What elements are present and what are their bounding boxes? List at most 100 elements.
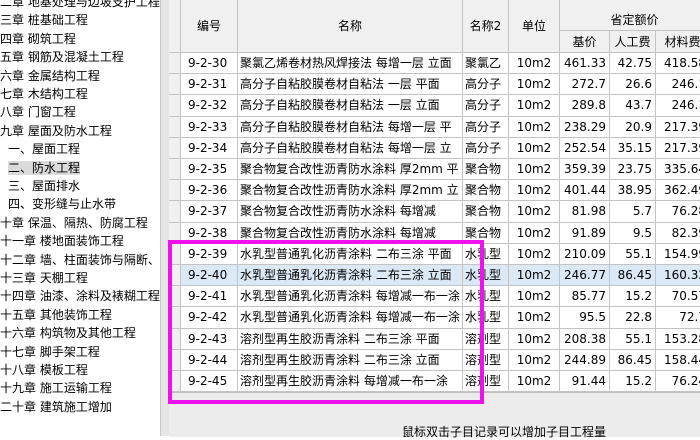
tree-item[interactable]: 十五章 其他装饰工程	[0, 306, 112, 324]
cell-name: 聚合物复合改性沥青防水涂料 每增减	[238, 201, 463, 223]
cell-material-cost: 70.57	[656, 286, 700, 308]
cell-code: 9-2-34	[181, 137, 238, 159]
header-name[interactable]: 名称	[238, 0, 463, 53]
tree-item[interactable]: 十六章 构筑物及其他工程	[0, 324, 136, 342]
row-header[interactable]	[169, 371, 181, 392]
cell-unit: 10m2	[509, 159, 560, 181]
row-header[interactable]	[169, 286, 181, 308]
cell-code: 9-2-44	[181, 349, 238, 371]
tree-item-label: 十一章 楼地面装饰工程	[0, 234, 124, 249]
tree-item-label: 六章 金属结构工程	[0, 68, 100, 83]
tree-item-label: 七章 木结构工程	[0, 87, 88, 101]
row-header[interactable]	[169, 201, 181, 223]
header-material-cost[interactable]: 材料费	[656, 31, 700, 53]
cell-labor-cost: 35.15	[610, 137, 656, 159]
tree-item[interactable]: 四、变形缝与止水带	[0, 195, 116, 213]
tree-item[interactable]: 三、屋面排水	[0, 177, 80, 195]
status-hint: 鼠标双击子目记录可以增加子目工程量	[402, 425, 607, 439]
cell-labor-cost: 20.9	[610, 116, 656, 138]
cell-base-price: 244.89	[560, 349, 610, 371]
cell-labor-cost: 86.45	[610, 265, 656, 287]
tree-item[interactable]: 二章 地基处理与边坡支护工程	[0, 0, 160, 11]
cell-labor-cost: 42.75	[610, 53, 656, 75]
cell-name2: 溶剂型	[463, 371, 509, 392]
tree-item[interactable]: 五章 钢筋及混凝土工程	[0, 48, 124, 66]
row-header[interactable]	[169, 74, 181, 96]
row-header[interactable]	[169, 349, 181, 371]
tree-item-label: 十五章 其他装饰工程	[0, 307, 112, 322]
header-quota-group: 省定额价	[560, 0, 700, 31]
cell-labor-cost: 15.2	[610, 286, 656, 308]
tree-item[interactable]: 四章 砌筑工程	[0, 30, 76, 48]
row-header[interactable]	[169, 328, 181, 350]
row-header[interactable]	[169, 307, 181, 329]
tree-item-label: 十七章 脚手架工程	[0, 344, 100, 359]
tree-item[interactable]: 十章 保温、隔热、防腐工程	[0, 214, 148, 232]
cell-base-price: 461.33	[560, 53, 610, 75]
tree-item-label: 十三章 天棚工程	[0, 271, 88, 285]
cell-unit: 10m2	[509, 201, 560, 223]
tree-item-label: 三、屋面排水	[8, 179, 81, 193]
cell-material-cost: 246.1	[656, 74, 700, 96]
header-base-price[interactable]: 基价	[560, 31, 610, 53]
tree-item[interactable]: 十三章 天棚工程	[0, 269, 88, 287]
tree-item-label: 二、防水工程	[8, 160, 81, 175]
cell-code: 9-2-30	[181, 53, 238, 75]
row-header[interactable]	[169, 159, 181, 181]
tree-item[interactable]: 三章 桩基础工程	[0, 11, 88, 29]
tree-item[interactable]: 二、防水工程	[0, 159, 81, 177]
tree-item[interactable]: 一、屋面工程	[0, 140, 80, 158]
tree-item[interactable]: 十二章 墙、柱面装饰与隔断、	[0, 251, 160, 269]
cell-name2: 水乳型	[463, 243, 509, 265]
cell-labor-cost: 15.2	[610, 371, 656, 392]
row-header[interactable]	[169, 180, 181, 202]
chapter-tree[interactable]: 二章 地基处理与边坡支护工程 三章 桩基础工程 四章 砌筑工程 五章 钢筋及混凝土工程…	[0, 0, 160, 436]
cell-labor-cost: 86.45	[610, 349, 656, 371]
header-labor-cost[interactable]: 人工费	[610, 31, 656, 53]
tree-item[interactable]: 十八章 模板工程	[0, 361, 88, 379]
cell-base-price: 238.29	[560, 116, 610, 138]
tree-item[interactable]: 九章 屋面及防水工程	[0, 122, 112, 140]
tree-item[interactable]: 十四章 油漆、涂料及裱糊工程	[0, 287, 160, 305]
cell-name: 聚合物复合改性沥青防水涂料 每增减	[238, 222, 463, 244]
header-unit[interactable]: 单位	[509, 0, 560, 53]
row-header[interactable]	[169, 243, 181, 265]
row-header[interactable]	[169, 95, 181, 117]
tree-item[interactable]: 七章 木结构工程	[0, 85, 88, 103]
cell-labor-cost: 9.5	[610, 222, 656, 244]
header-code[interactable]: 编号	[181, 0, 238, 53]
cell-base-price: 208.38	[560, 328, 610, 350]
cell-base-price: 289.8	[560, 95, 610, 117]
tree-scrollbar[interactable]	[160, 0, 169, 436]
row-header[interactable]	[169, 116, 181, 138]
cell-base-price: 81.98	[560, 201, 610, 223]
tree-item-label: 一、屋面工程	[8, 142, 81, 157]
tree-item[interactable]: 八章 门窗工程	[0, 103, 76, 121]
tree-item-label: 十九章 施工运输工程	[0, 381, 112, 396]
cell-labor-cost: 23.75	[610, 159, 656, 181]
tree-item[interactable]: 六章 金属结构工程	[0, 67, 100, 85]
cell-name2: 水乳型	[463, 307, 509, 329]
row-header[interactable]	[169, 53, 181, 75]
tree-item-label: 十六章 构筑物及其他工程	[0, 326, 136, 341]
cell-name: 溶剂型再生胶沥青涂料 二布三涂 立面	[238, 349, 463, 371]
cell-material-cost: 153.28	[656, 329, 700, 350]
row-header[interactable]	[169, 265, 181, 287]
tree-item[interactable]: 十七章 脚手架工程	[0, 343, 100, 361]
cell-name: 水乳型普通乳化沥青涂料 二布三涂 平面	[238, 243, 463, 265]
row-header[interactable]	[169, 222, 181, 244]
cell-name: 高分子自粘胶膜卷材自粘法 每增一层 平	[238, 116, 463, 138]
cell-labor-cost: 55.1	[610, 328, 656, 350]
tree-item-label: 二十章 建筑施工增加	[0, 399, 112, 414]
cell-base-price: 252.54	[560, 137, 610, 159]
cell-base-price: 95.5	[560, 307, 610, 329]
header-name2[interactable]: 名称2	[463, 0, 509, 53]
tree-item[interactable]: 十九章 施工运输工程	[0, 379, 112, 397]
cell-code: 9-2-36	[181, 180, 238, 202]
cell-name: 聚合物复合改性沥青防水涂料 厚2mm 平	[238, 159, 463, 181]
row-header[interactable]	[169, 137, 181, 159]
cell-labor-cost: 43.7	[610, 95, 656, 117]
cell-name: 高分子自粘胶膜卷材自粘法 一层 平面	[238, 74, 463, 96]
tree-item[interactable]: 二十章 建筑施工增加	[0, 398, 112, 416]
tree-item[interactable]: 十一章 楼地面装饰工程	[0, 232, 124, 250]
